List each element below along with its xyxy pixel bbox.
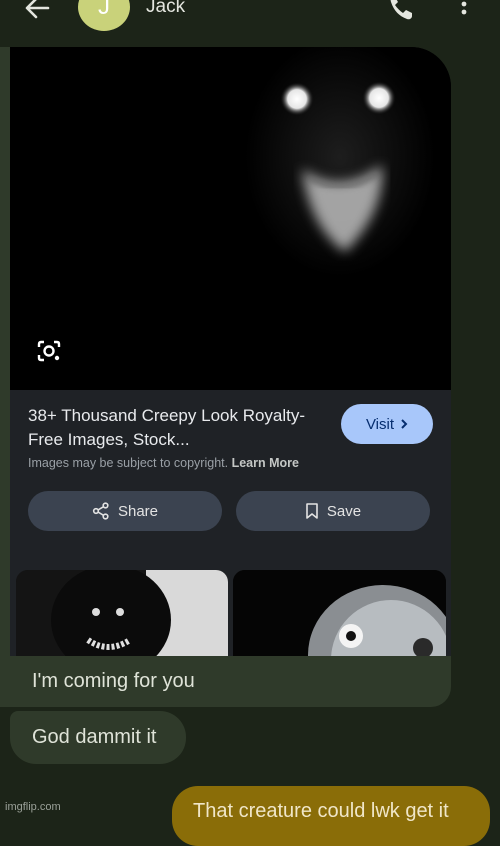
more-options-button[interactable] (456, 0, 472, 22)
share-label: Share (117, 502, 159, 520)
chevron-right-icon (401, 419, 408, 429)
back-button[interactable] (22, 0, 52, 22)
visit-button[interactable]: Visit (341, 404, 433, 444)
received-message-bubble[interactable]: God dammit it (10, 711, 186, 764)
message-text: God dammit it (32, 726, 157, 748)
save-label: Save (326, 502, 362, 520)
arrow-back-icon (25, 0, 50, 19)
call-button[interactable] (388, 0, 414, 22)
watermark: imgflip.com (5, 801, 61, 813)
creepy-face-illustration (10, 47, 451, 390)
avatar[interactable]: J (78, 0, 130, 31)
message-text: That creature could lwk get it (193, 800, 449, 822)
related-image-thumbnail[interactable] (16, 570, 228, 656)
google-lens-button[interactable] (36, 339, 62, 363)
contact-name[interactable]: Jack (146, 0, 185, 18)
result-title[interactable]: 38+ Thousand Creepy Look Royalty-Free Im… (28, 404, 328, 452)
message-text: I'm coming for you (32, 670, 195, 692)
copyright-notice: Images may be subject to copyright. Lear… (28, 456, 299, 470)
result-info-panel: 38+ Thousand Creepy Look Royalty-Free Im… (10, 390, 451, 550)
visit-label: Visit (365, 415, 395, 433)
lens-icon (37, 340, 61, 362)
related-images-row (10, 550, 451, 656)
more-vert-icon (461, 1, 467, 15)
creepy-face-image[interactable] (10, 47, 451, 390)
learn-more-link[interactable]: Learn More (232, 456, 299, 470)
share-icon (92, 502, 109, 520)
save-button[interactable]: Save (236, 491, 430, 531)
top-app-bar: J Jack (0, 0, 500, 40)
share-button[interactable]: Share (28, 491, 222, 531)
phone-icon (390, 0, 412, 20)
copyright-text: Images may be subject to copyright. (28, 456, 229, 470)
sent-message-bubble[interactable]: That creature could lwk get it (172, 786, 490, 846)
related-image-thumbnail[interactable] (233, 570, 446, 656)
image-search-result-card[interactable]: 38+ Thousand Creepy Look Royalty-Free Im… (10, 47, 451, 656)
bookmark-icon (306, 503, 318, 519)
